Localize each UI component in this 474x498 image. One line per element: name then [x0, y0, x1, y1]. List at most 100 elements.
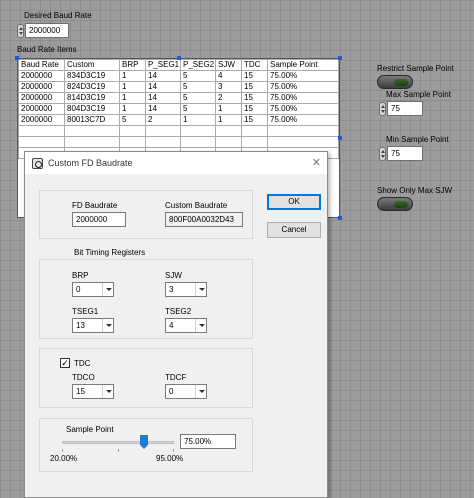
slider-min-label: 20.00% — [50, 454, 78, 463]
sjw-value: 3 — [169, 285, 174, 294]
chevron-down-icon — [195, 283, 206, 296]
table-row[interactable]: 2000000 834D3C19 1 14 5 4 15 75.00% — [18, 70, 339, 82]
table-cell: 75.00% — [267, 92, 339, 104]
table-cell: 5 — [180, 103, 216, 115]
table-cell: 15 — [241, 92, 268, 104]
baud-rate-items-label: Baud Rate Items — [17, 45, 77, 54]
tseg1-dropdown[interactable]: 13 — [72, 318, 114, 333]
cancel-button[interactable]: Cancel — [267, 222, 321, 238]
brp-value: 0 — [76, 285, 81, 294]
chevron-down-icon — [102, 319, 113, 332]
sample-point-slider-track[interactable] — [62, 441, 174, 444]
table-cell: 15 — [241, 70, 268, 82]
table-cell: 4 — [215, 70, 242, 82]
table-cell: 75.00% — [267, 70, 339, 82]
tdc-label: TDC — [74, 359, 91, 368]
table-cell: 5 — [180, 81, 216, 93]
min-sample-point-label: Min Sample Point — [386, 135, 449, 144]
desired-baud-rate-input[interactable]: 2000000 — [25, 23, 69, 38]
slider-tick — [173, 449, 174, 452]
spinner-icon[interactable] — [17, 23, 24, 38]
selection-handle[interactable] — [177, 56, 181, 60]
spinner-icon[interactable] — [379, 146, 386, 161]
close-icon[interactable]: ✕ — [312, 156, 321, 169]
slider-tick — [118, 449, 119, 452]
table-row[interactable] — [18, 136, 339, 148]
tseg2-label: TSEG2 — [165, 307, 192, 316]
tseg2-value: 4 — [169, 321, 174, 330]
selection-handle[interactable] — [338, 56, 342, 60]
table-row[interactable]: 2000000 804D3C19 1 14 5 1 15 75.00% — [18, 103, 339, 115]
min-sample-point-input[interactable]: 75 — [387, 146, 423, 161]
chevron-down-icon — [195, 385, 206, 398]
tseg2-dropdown[interactable]: 4 — [165, 318, 207, 333]
table-row[interactable]: 2000000 80013C7D 5 2 1 1 15 75.00% — [18, 114, 339, 126]
brp-label: BRP — [72, 271, 89, 280]
table-cell: 814D3C19 — [64, 92, 120, 104]
table-cell: 1 — [215, 114, 242, 126]
dialog-titlebar[interactable]: Custom FD Baudrate ✕ — [25, 152, 327, 174]
tdco-dropdown[interactable]: 15 — [72, 384, 114, 399]
selection-handle[interactable] — [338, 136, 342, 140]
fd-baudrate-label: FD Baudrate — [72, 201, 118, 210]
table-cell: 1 — [215, 103, 242, 115]
table-cell: 14 — [145, 92, 181, 104]
table-cell: 2000000 — [18, 70, 65, 82]
table-cell: 14 — [145, 103, 181, 115]
column-header[interactable]: P_SEG2 — [180, 59, 216, 71]
table-cell: 2 — [145, 114, 181, 126]
chevron-down-icon — [195, 319, 206, 332]
spinner-icon[interactable] — [379, 101, 386, 116]
max-sample-point-input[interactable]: 75 — [387, 101, 423, 116]
show-only-max-sjw-label: Show Only Max SJW — [377, 186, 453, 195]
table-cell: 1 — [119, 81, 146, 93]
tdco-value: 15 — [76, 387, 85, 396]
custom-baudrate-field[interactable]: 800F00A0032D43 — [165, 212, 243, 227]
tdcf-value: 0 — [169, 387, 174, 396]
column-header[interactable]: SJW — [215, 59, 242, 71]
table-cell: 2000000 — [18, 103, 65, 115]
baudrate-group: FD Baudrate 2000000 Custom Baudrate 800F… — [39, 190, 253, 239]
table-cell: 5 — [180, 70, 216, 82]
table-cell: 1 — [119, 70, 146, 82]
tdcf-dropdown[interactable]: 0 — [165, 384, 207, 399]
ok-button[interactable]: OK — [267, 194, 321, 210]
chevron-down-icon — [102, 385, 113, 398]
fd-baudrate-input[interactable]: 2000000 — [72, 212, 126, 227]
table-cell: 824D3C19 — [64, 81, 120, 93]
table-cell: 2000000 — [18, 92, 65, 104]
column-header[interactable]: Custom — [64, 59, 120, 71]
bit-timing-registers-label: Bit Timing Registers — [74, 248, 146, 257]
selection-handle[interactable] — [338, 216, 342, 220]
sample-point-group: Sample Point 75.00% 20.00% 95.00% — [39, 418, 253, 472]
table-cell: 15 — [241, 114, 268, 126]
tdc-checkbox[interactable]: ✓ — [60, 358, 70, 368]
table-cell: 14 — [145, 81, 181, 93]
sample-point-slider-thumb[interactable] — [140, 435, 148, 449]
table-cell: 1 — [119, 103, 146, 115]
table-row[interactable] — [18, 125, 339, 137]
table-row[interactable]: 2000000 824D3C19 1 14 5 3 15 75.00% — [18, 81, 339, 93]
selection-handle[interactable] — [15, 56, 19, 60]
table-row[interactable]: 2000000 814D3C19 1 14 5 2 15 75.00% — [18, 92, 339, 104]
brp-dropdown[interactable]: 0 — [72, 282, 114, 297]
table-cell: 80013C7D — [64, 114, 120, 126]
restrict-sample-point-label: Restrict Sample Point — [377, 64, 454, 73]
column-header[interactable]: Sample Point — [267, 59, 339, 71]
desired-baud-rate-control[interactable]: 2000000 — [17, 23, 69, 38]
show-only-max-sjw-toggle[interactable] — [377, 197, 413, 211]
column-header[interactable]: P_SEG1 — [145, 59, 181, 71]
min-sample-point-control[interactable]: 75 — [379, 146, 423, 161]
max-sample-point-control[interactable]: 75 — [379, 101, 423, 116]
sample-point-input[interactable]: 75.00% — [180, 434, 236, 449]
column-header[interactable]: Baud Rate — [18, 59, 65, 71]
table-header-row: Baud Rate Custom BRP P_SEG1 P_SEG2 SJW T… — [18, 59, 339, 71]
sjw-dropdown[interactable]: 3 — [165, 282, 207, 297]
led-indicator-icon — [394, 201, 408, 208]
column-header[interactable]: BRP — [119, 59, 146, 71]
table-cell: 15 — [241, 81, 268, 93]
table-cell: 75.00% — [267, 114, 339, 126]
restrict-sample-point-toggle[interactable] — [377, 75, 413, 89]
tdco-label: TDCO — [72, 373, 95, 382]
column-header[interactable]: TDC — [241, 59, 268, 71]
